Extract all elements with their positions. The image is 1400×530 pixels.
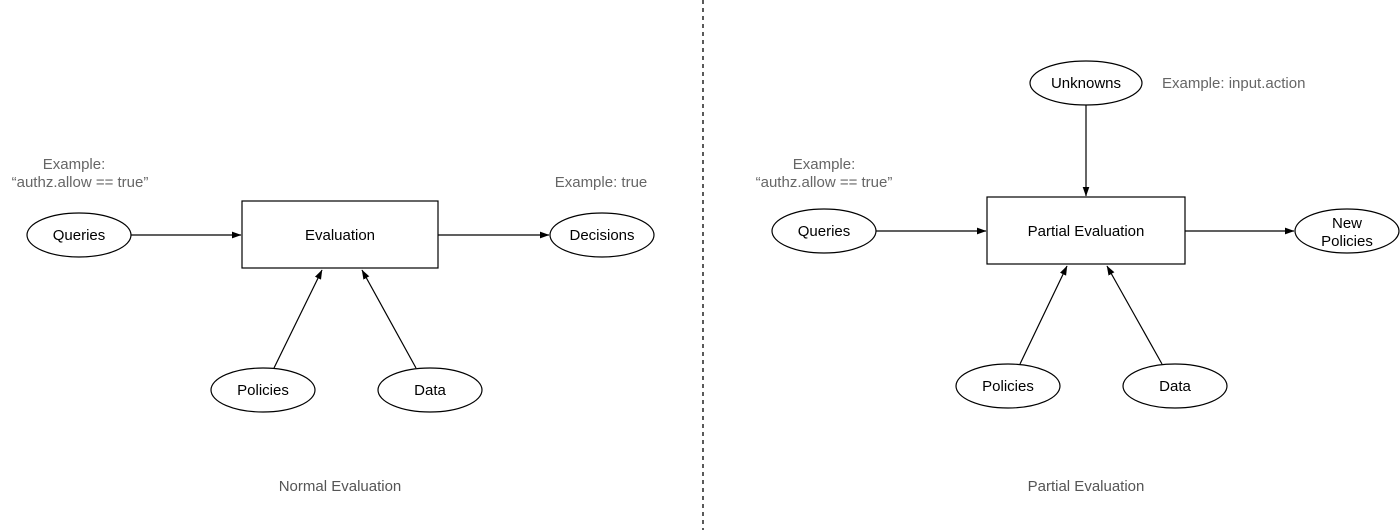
evaluation-diagram: Example: “authz.allow == true” Example: … <box>12 0 1400 530</box>
data-node[interactable]: Data <box>377 367 483 413</box>
new-policies-node-label-line2: Policies <box>1321 233 1373 250</box>
unknowns-node-label: Unknowns <box>1051 75 1121 92</box>
unknowns-example: Example: input.action <box>1162 75 1305 92</box>
edge-data-to-evaluation <box>361 269 417 369</box>
policies-node[interactable]: Policies <box>955 363 1061 409</box>
policies-node-label: Policies <box>237 382 289 399</box>
evaluation-node-label: Evaluation <box>305 227 375 244</box>
decisions-node-label: Decisions <box>569 227 634 244</box>
partial-evaluation-node[interactable]: Partial Evaluation <box>986 196 1186 265</box>
queries-node[interactable]: Queries <box>26 212 132 258</box>
decisions-node[interactable]: Decisions <box>549 212 655 258</box>
unknowns-node[interactable]: Unknowns <box>1029 60 1143 106</box>
evaluation-node[interactable]: Evaluation <box>241 200 439 269</box>
policies-node-label: Policies <box>982 378 1034 395</box>
data-node[interactable]: Data <box>1122 363 1228 409</box>
policies-node[interactable]: Policies <box>210 367 316 413</box>
new-policies-node-label-line1: New <box>1332 215 1362 232</box>
decisions-example: Example: true <box>555 174 648 191</box>
queries-example-value: “authz.allow == true” <box>756 174 893 191</box>
edge-data-to-partial-evaluation <box>1106 265 1163 365</box>
queries-example-label: Example: <box>43 156 106 173</box>
partial-evaluation-panel: Example: “authz.allow == true” Example: … <box>756 60 1400 495</box>
queries-node[interactable]: Queries <box>771 208 877 254</box>
normal-evaluation-panel: Example: “authz.allow == true” Example: … <box>12 156 655 495</box>
queries-example-label: Example: <box>793 156 856 173</box>
data-node-label: Data <box>414 382 446 399</box>
queries-node-label: Queries <box>798 223 851 240</box>
data-node-label: Data <box>1159 378 1191 395</box>
new-policies-node[interactable]: New Policies <box>1294 208 1400 254</box>
partial-evaluation-node-label: Partial Evaluation <box>1028 223 1145 240</box>
queries-example-value: “authz.allow == true” <box>12 174 149 191</box>
queries-node-label: Queries <box>53 227 106 244</box>
partial-evaluation-caption: Partial Evaluation <box>1028 478 1145 495</box>
edge-policies-to-evaluation <box>273 269 323 369</box>
edge-policies-to-partial-evaluation <box>1019 265 1068 365</box>
normal-evaluation-caption: Normal Evaluation <box>279 478 402 495</box>
